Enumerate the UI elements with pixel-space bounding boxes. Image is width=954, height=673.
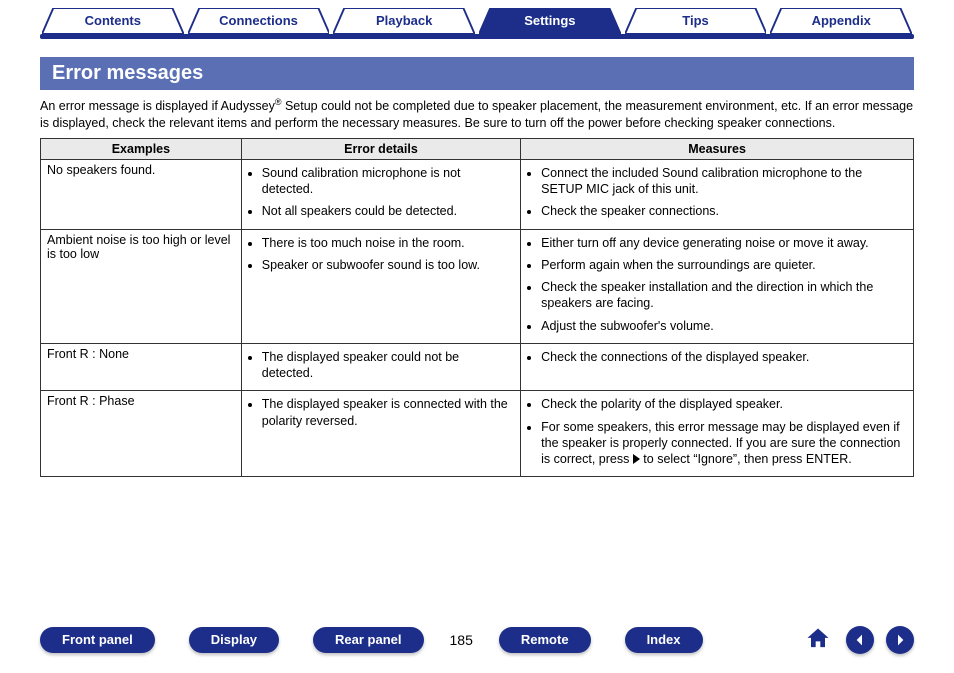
example-cell: Front R : None: [41, 343, 242, 391]
tab-contents[interactable]: Contents: [42, 8, 184, 34]
tab-label: Appendix: [812, 13, 871, 28]
tab-label: Settings: [524, 13, 575, 28]
measures-cell: Check the connections of the displayed s…: [521, 343, 914, 391]
bottom-bar: Front panel Display Rear panel 185 Remote I…: [0, 625, 954, 655]
page-number: 185: [450, 632, 473, 648]
list-item: Not all speakers could be detected.: [262, 203, 514, 219]
table-header-row: ExamplesError detailsMeasures: [41, 138, 914, 159]
col-header: Examples: [41, 138, 242, 159]
bottom-right-buttons: Remote Index: [499, 627, 737, 653]
error-table: ExamplesError detailsMeasures No speaker…: [40, 138, 914, 478]
prev-page-icon[interactable]: [846, 626, 874, 654]
intro-text: An error message is displayed if Audysse…: [40, 96, 914, 132]
table-row: Front R : None The displayed speaker coul…: [41, 343, 914, 391]
list-item: There is too much noise in the room.: [262, 235, 514, 251]
nav-icons: [804, 625, 914, 655]
list-item: Speaker or subwoofer sound is too low.: [262, 257, 514, 273]
nav-tabs: Contents Connections Playback Settings Tips A…: [0, 0, 954, 34]
details-cell: The displayed speaker could not be detec…: [241, 343, 520, 391]
list-item: For some speakers, this error message ma…: [541, 419, 907, 468]
table-row: No speakers found. Sound calibration micr…: [41, 159, 914, 229]
list-item: Connect the included Sound calibration m…: [541, 165, 907, 198]
list-item: Either turn off any device generating no…: [541, 235, 907, 251]
list-item: Perform again when the surroundings are …: [541, 257, 907, 273]
home-icon[interactable]: [804, 625, 834, 655]
tab-label: Tips: [682, 13, 709, 28]
tab-connections[interactable]: Connections: [188, 8, 330, 34]
tab-settings[interactable]: Settings: [479, 8, 621, 34]
bottom-left-buttons: Front panel Display Rear panel: [40, 627, 458, 653]
measures-cell: Either turn off any device generating no…: [521, 229, 914, 343]
tab-appendix[interactable]: Appendix: [770, 8, 912, 34]
tab-label: Playback: [376, 13, 432, 28]
list-item: Check the speaker installation and the d…: [541, 279, 907, 312]
measures-cell: Check the polarity of the displayed spea…: [521, 391, 914, 477]
list-item: Check the speaker connections.: [541, 203, 907, 219]
tab-tips[interactable]: Tips: [625, 8, 767, 34]
remote-button[interactable]: Remote: [499, 627, 591, 653]
index-button[interactable]: Index: [625, 627, 703, 653]
tab-label: Contents: [85, 13, 141, 28]
details-cell: Sound calibration microphone is not dete…: [241, 159, 520, 229]
list-item: The displayed speaker is connected with …: [262, 396, 514, 429]
rear-panel-button[interactable]: Rear panel: [313, 627, 423, 653]
table-row: Ambient noise is too high or level is to…: [41, 229, 914, 343]
details-cell: The displayed speaker is connected with …: [241, 391, 520, 477]
section-title: Error messages: [40, 57, 914, 90]
list-item: The displayed speaker could not be detec…: [262, 349, 514, 382]
display-button[interactable]: Display: [189, 627, 279, 653]
list-item: Adjust the subwoofer's volume.: [541, 318, 907, 334]
example-cell: No speakers found.: [41, 159, 242, 229]
nav-underline: [40, 34, 914, 39]
tab-playback[interactable]: Playback: [333, 8, 475, 34]
col-header: Error details: [241, 138, 520, 159]
next-page-icon[interactable]: [886, 626, 914, 654]
example-cell: Ambient noise is too high or level is to…: [41, 229, 242, 343]
front-panel-button[interactable]: Front panel: [40, 627, 155, 653]
col-header: Measures: [521, 138, 914, 159]
table-row: Front R : Phase The displayed speaker is …: [41, 391, 914, 477]
tab-label: Connections: [219, 13, 298, 28]
list-item: Sound calibration microphone is not dete…: [262, 165, 514, 198]
list-item: Check the connections of the displayed s…: [541, 349, 907, 365]
example-cell: Front R : Phase: [41, 391, 242, 477]
cursor-right-icon: [633, 454, 640, 464]
measures-cell: Connect the included Sound calibration m…: [521, 159, 914, 229]
list-item: Check the polarity of the displayed spea…: [541, 396, 907, 412]
details-cell: There is too much noise in the room. Spea…: [241, 229, 520, 343]
